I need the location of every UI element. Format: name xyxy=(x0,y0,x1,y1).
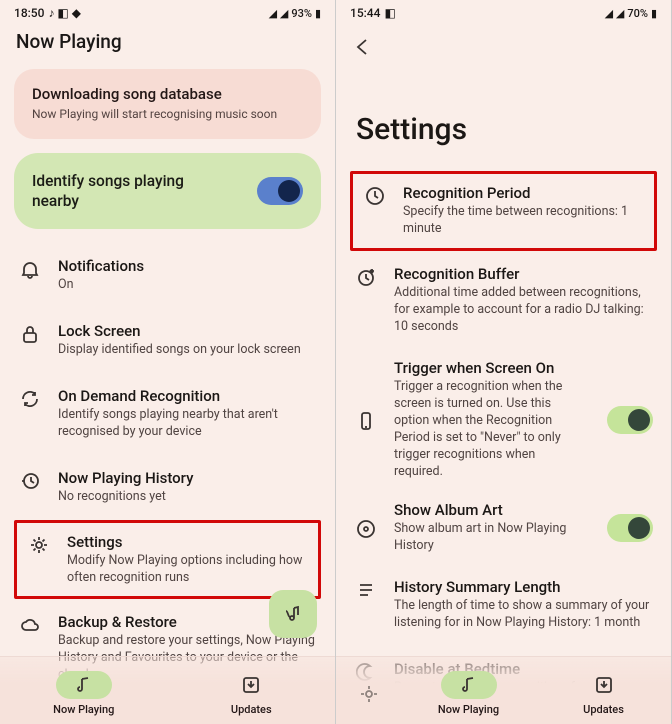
identify-toggle-card[interactable]: Identify songs playing nearby xyxy=(14,153,321,229)
album-art-row[interactable]: Show Album ArtShow album art in Now Play… xyxy=(340,491,667,565)
status-bar: 18:50♪ ◧ ◆ ◢ ◢ 93%▮ xyxy=(0,0,335,22)
history-icon xyxy=(20,471,40,491)
recognition-period-row[interactable]: Recognition PeriodSpecify the time betwe… xyxy=(353,184,650,238)
settings-row[interactable]: SettingsModify Now Playing options inclu… xyxy=(17,533,314,587)
download-icon xyxy=(241,675,261,695)
gear-icon xyxy=(359,684,379,704)
bottom-nav: Now Playing Updates xyxy=(0,656,335,724)
bottom-nav: Now Playing Updates xyxy=(336,656,671,724)
list-icon xyxy=(356,580,376,600)
page-title: Settings xyxy=(336,72,671,171)
back-icon[interactable] xyxy=(352,36,374,58)
summary-length-row[interactable]: History Summary LengthThe length of time… xyxy=(340,564,667,646)
music-waves-icon xyxy=(283,604,303,624)
page-title: Now Playing xyxy=(0,22,335,65)
status-bar: 15:44◧ ◢ ◢ 70%▮ xyxy=(336,0,671,22)
identify-switch[interactable] xyxy=(257,177,303,205)
nav-nowplaying[interactable]: Now Playing xyxy=(24,671,144,716)
history-row[interactable]: Now Playing HistoryNo recognitions yet xyxy=(4,455,331,520)
clock-icon xyxy=(365,186,385,206)
music-note-icon xyxy=(74,675,94,695)
download-icon xyxy=(594,675,614,695)
trigger-screen-row[interactable]: Trigger when Screen OnTrigger a recognit… xyxy=(340,349,667,490)
nav-nowplaying-tab[interactable]: Now Playing xyxy=(409,671,529,716)
album-art-switch[interactable] xyxy=(607,514,653,542)
download-subtitle: Now Playing will start recognising music… xyxy=(32,107,303,121)
battery-level: 93% xyxy=(291,7,312,20)
gear-icon xyxy=(29,535,49,555)
notifications-row[interactable]: NotificationsOn xyxy=(4,243,331,308)
lockscreen-row[interactable]: Lock ScreenDisplay identified songs on y… xyxy=(4,308,331,373)
trigger-screen-switch[interactable] xyxy=(607,406,653,434)
phone-icon xyxy=(356,411,376,431)
ondemand-row[interactable]: On Demand RecognitionIdentify songs play… xyxy=(4,373,331,455)
cloud-icon xyxy=(20,615,40,635)
identify-toggle-label: Identify songs playing nearby xyxy=(32,171,212,211)
disc-icon xyxy=(356,519,376,539)
settings-screen: 15:44◧ ◢ ◢ 70%▮ Settings Recognition Per… xyxy=(336,0,672,724)
timer-add-icon xyxy=(356,267,376,287)
battery-level: 70% xyxy=(627,7,648,20)
recognition-period-highlight: Recognition PeriodSpecify the time betwe… xyxy=(350,171,657,251)
download-banner: Downloading song database Now Playing wi… xyxy=(14,69,321,139)
settings-highlight: SettingsModify Now Playing options inclu… xyxy=(14,520,321,600)
refresh-icon xyxy=(20,389,40,409)
nav-updates[interactable]: Updates xyxy=(191,671,311,716)
clock: 15:44 xyxy=(350,6,380,20)
nav-updates-tab[interactable]: Updates xyxy=(544,671,664,716)
recognize-fab[interactable] xyxy=(269,590,317,638)
bell-icon xyxy=(20,259,40,279)
download-title: Downloading song database xyxy=(32,85,303,103)
now-playing-screen: 18:50♪ ◧ ◆ ◢ ◢ 93%▮ Now Playing Download… xyxy=(0,0,336,724)
nav-nowplaying[interactable] xyxy=(344,680,394,708)
clock: 18:50 xyxy=(14,6,44,20)
recognition-buffer-row[interactable]: Recognition BufferAdditional time added … xyxy=(340,251,667,350)
music-note-icon xyxy=(459,675,479,695)
lock-icon xyxy=(20,324,40,344)
